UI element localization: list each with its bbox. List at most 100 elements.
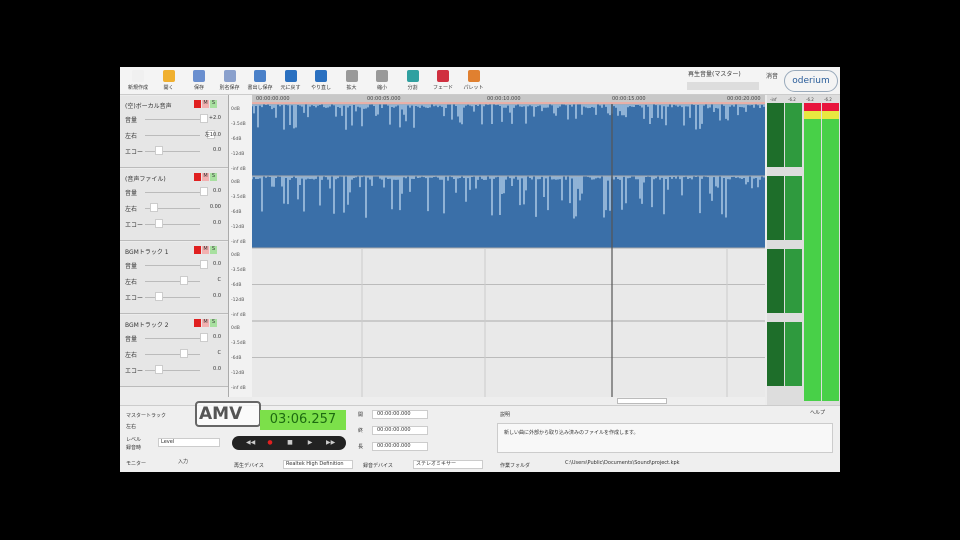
master-meter xyxy=(822,119,839,401)
save-as-icon xyxy=(223,70,236,82)
slider-label: 音量 xyxy=(125,263,138,270)
slider-track[interactable] xyxy=(145,135,200,136)
transport-button-2[interactable]: ■ xyxy=(286,439,294,447)
toolbar-button-6[interactable]: やり直し xyxy=(307,69,335,93)
transport-button-0[interactable]: ◀◀ xyxy=(246,439,255,447)
help-label[interactable]: ヘルプ xyxy=(810,409,825,416)
slider-thumb[interactable] xyxy=(200,114,208,123)
axis-tick-label: 0dB xyxy=(231,253,240,258)
mute-button[interactable]: 消音 xyxy=(766,71,778,80)
toolbar-label: 別名保存 xyxy=(219,85,240,91)
toolbar-button-4[interactable]: 書出し保存 xyxy=(246,69,274,93)
slider-track[interactable] xyxy=(145,192,200,193)
slider-label: 左右 xyxy=(125,133,138,140)
slider-label: 左右 xyxy=(125,206,138,213)
level-select[interactable]: Level xyxy=(158,438,220,447)
toolbar-button-3[interactable]: 別名保存 xyxy=(216,69,244,93)
transport-button-3[interactable]: ▶ xyxy=(306,439,314,447)
transport-button-1[interactable]: ● xyxy=(266,439,274,447)
track-name[interactable]: BGMトラック 1 xyxy=(125,247,169,256)
track-name[interactable]: (音声ファイル) xyxy=(125,174,166,183)
track-slider-row: 音量 0.0 xyxy=(125,187,223,197)
record-toggle[interactable] xyxy=(194,100,201,108)
track-name[interactable]: (空)ボーカル音声 xyxy=(125,101,172,110)
slider-thumb[interactable] xyxy=(200,333,208,342)
playback-device-select[interactable]: Realtek High Definition xyxy=(283,460,353,469)
time-field[interactable]: 00:00:00.000 xyxy=(372,426,428,435)
slider-label: 音量 xyxy=(125,336,138,343)
slider-track[interactable] xyxy=(145,119,200,120)
redo-icon xyxy=(315,70,327,82)
slider-thumb[interactable] xyxy=(180,349,188,358)
slider-thumb[interactable] xyxy=(180,276,188,285)
slider-track[interactable] xyxy=(145,151,200,152)
solo-toggle[interactable]: S xyxy=(210,173,217,181)
slider-track[interactable] xyxy=(145,354,200,355)
toolbar-button-2[interactable]: 保存 xyxy=(185,69,213,93)
waveform-area[interactable] xyxy=(252,104,765,397)
solo-toggle[interactable]: S xyxy=(210,319,217,327)
solo-toggle[interactable]: S xyxy=(210,100,217,108)
solo-toggle[interactable]: S xyxy=(210,246,217,254)
transport-button-4[interactable]: ▶▶ xyxy=(326,439,335,447)
toolbar-button-11[interactable]: パレット xyxy=(460,69,488,93)
slider-track[interactable] xyxy=(145,338,200,339)
slider-value: 左10.0 xyxy=(204,132,221,138)
slider-thumb[interactable] xyxy=(155,146,163,155)
pan-label: 左右 xyxy=(126,424,137,430)
time-ruler[interactable]: 00:00:00.000 00:00:05.000 00:00:10.000 00:0… xyxy=(252,95,765,104)
time-field[interactable]: 00:00:00.000 xyxy=(372,442,428,451)
bottom-panel: マスタートラック 左右 レベル 録音時 Level モニター 入力 AMV 03… xyxy=(120,401,840,472)
mute-toggle[interactable]: M xyxy=(202,319,209,327)
slider-thumb[interactable] xyxy=(155,219,163,228)
axis-tick-label: -6dB xyxy=(231,137,242,142)
slider-track[interactable] xyxy=(145,370,200,371)
track-name[interactable]: BGMトラック 2 xyxy=(125,320,169,329)
toolbar-button-8[interactable]: 縮小 xyxy=(368,69,396,93)
slider-thumb[interactable] xyxy=(155,292,163,301)
slider-value: 0.0 xyxy=(213,293,221,299)
axis-tick-label: -3.5dB xyxy=(231,341,246,346)
horizontal-scrollbar[interactable] xyxy=(252,397,765,405)
toolbar-button-1[interactable]: 開く xyxy=(155,69,183,93)
slider-thumb[interactable] xyxy=(200,260,208,269)
level-meters: -inf -6.2 -6.2 -6.2 xyxy=(767,95,840,405)
track-header: (空)ボーカル音声 M S 音量 +2.0 左右 左10.0 エコー 0.0 xyxy=(120,96,228,168)
master-volume-slider[interactable] xyxy=(687,82,759,90)
time-field[interactable]: 00:00:00.000 xyxy=(372,410,428,419)
record-toggle[interactable] xyxy=(194,246,201,254)
track-meter xyxy=(767,249,784,313)
record-device-select[interactable]: ステレオミキサー xyxy=(413,460,483,469)
waveform-track-2 xyxy=(252,176,765,248)
toolbar-button-7[interactable]: 拡大 xyxy=(338,69,366,93)
slider-value: 0.0 xyxy=(213,147,221,153)
slider-track[interactable] xyxy=(145,281,200,282)
mute-toggle[interactable]: M xyxy=(202,173,209,181)
toolbar-button-10[interactable]: フェード xyxy=(429,69,457,93)
toolbar-button-9[interactable]: 分割 xyxy=(399,69,427,93)
mute-toggle[interactable]: M xyxy=(202,246,209,254)
axis-tick-label: -inf dB xyxy=(231,240,246,245)
slider-value: +2.0 xyxy=(208,115,221,121)
axis-tick-label: -12dB xyxy=(231,298,245,303)
record-toggle[interactable] xyxy=(194,319,201,327)
axis-tick-label: -12dB xyxy=(231,371,245,376)
slider-label: エコー xyxy=(125,368,144,375)
slider-thumb[interactable] xyxy=(200,187,208,196)
track-meter xyxy=(785,176,802,240)
slider-track[interactable] xyxy=(145,297,200,298)
slider-thumb[interactable] xyxy=(155,365,163,374)
slider-thumb[interactable] xyxy=(150,203,158,212)
axis-tick-label: -inf dB xyxy=(231,167,246,172)
toolbar-label: フェード xyxy=(432,85,453,91)
save-folder-path[interactable]: C:\Users\Public\Documents\Sound\project.… xyxy=(563,460,788,469)
mute-toggle[interactable]: M xyxy=(202,100,209,108)
slider-track[interactable] xyxy=(145,265,200,266)
slider-track[interactable] xyxy=(145,224,200,225)
toolbar-label: 縮小 xyxy=(376,85,387,91)
toolbar-button-5[interactable]: 元に戻す xyxy=(277,69,305,93)
toolbar-button-0[interactable]: 新規作成 xyxy=(124,69,152,93)
axis-tick-label: 0dB xyxy=(231,326,240,331)
monitor-label: モニター xyxy=(126,461,147,467)
record-toggle[interactable] xyxy=(194,173,201,181)
